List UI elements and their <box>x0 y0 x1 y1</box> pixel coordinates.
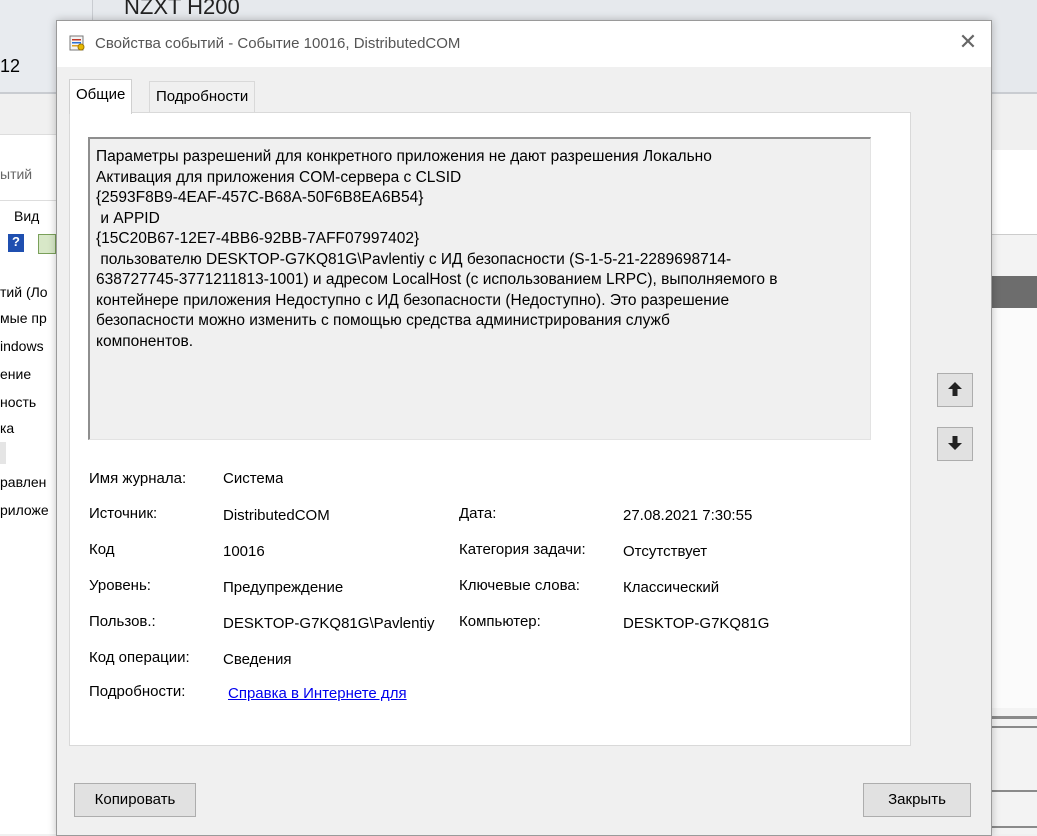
toolbar-icon[interactable] <box>38 234 56 254</box>
task-category-value[interactable]: Отсутствует <box>623 543 707 560</box>
background-tree-item[interactable]: ка <box>0 420 14 436</box>
log-name-value[interactable]: Система <box>223 470 283 487</box>
code-value[interactable]: 10016 <box>223 543 265 560</box>
event-properties-dialog: Свойства событий - Событие 10016, Distri… <box>56 20 992 836</box>
background-tree-item[interactable]: риложе <box>0 502 49 518</box>
tab-details[interactable]: Подробности <box>149 81 256 112</box>
background-title: NZXT H200 <box>124 0 240 19</box>
close-button[interactable]: Закрыть <box>863 783 971 817</box>
date-value[interactable]: 27.08.2021 7:30:55 <box>623 507 752 524</box>
log-name-label: Имя журнала: <box>89 470 187 487</box>
background-number: 12 <box>0 56 21 76</box>
more-info-label: Подробности: <box>89 683 186 700</box>
source-value[interactable]: DistributedCOM <box>223 507 330 524</box>
close-icon[interactable]: ✕ <box>955 29 981 55</box>
background-menu-view[interactable]: Вид <box>14 208 39 224</box>
background-tree-item[interactable]: тий (Ло <box>0 284 48 300</box>
keywords-label: Ключевые слова: <box>459 577 580 594</box>
user-value[interactable]: DESKTOP-G7KQ81G\Pavlentiy <box>223 615 453 632</box>
online-help-link[interactable]: Справка в Интернете для <box>228 685 407 702</box>
source-label: Источник: <box>89 505 158 522</box>
level-value[interactable]: Предупреждение <box>223 579 343 596</box>
dialog-titlebar[interactable]: Свойства событий - Событие 10016, Distri… <box>57 21 991 67</box>
background-event-viewer-sidebar: ытий Вид ? тий (Ло мые пр indows ение но… <box>0 94 56 834</box>
help-icon[interactable]: ? <box>8 234 24 252</box>
opcode-label: Код операции: <box>89 649 190 666</box>
computer-value[interactable]: DESKTOP-G7KQ81G <box>623 615 769 632</box>
date-label: Дата: <box>459 505 497 522</box>
event-description-box[interactable]: Параметры разрешений для конкретного при… <box>88 137 871 440</box>
background-tree-item[interactable]: ность <box>0 394 36 410</box>
task-category-label: Категория задачи: <box>459 541 586 558</box>
code-label: Код <box>89 541 115 558</box>
level-label: Уровень: <box>89 577 151 594</box>
previous-event-button[interactable] <box>937 373 973 407</box>
general-tab-panel: Параметры разрешений для конкретного при… <box>69 112 911 746</box>
opcode-value[interactable]: Сведения <box>223 651 292 668</box>
user-label: Пользов.: <box>89 613 156 630</box>
event-viewer-icon <box>69 35 85 51</box>
computer-label: Компьютер: <box>459 613 541 630</box>
background-right-panel <box>990 150 1037 834</box>
background-menu-text: ытий <box>0 166 33 182</box>
next-event-button[interactable] <box>937 427 973 461</box>
background-tree-item[interactable]: равлен <box>0 474 46 490</box>
keywords-value[interactable]: Классический <box>623 579 719 596</box>
background-tree-item[interactable]: ение <box>0 366 31 382</box>
event-description-text[interactable]: Параметры разрешений для конкретного при… <box>96 147 866 352</box>
background-tree-item[interactable]: мые пр <box>0 310 47 326</box>
tab-general[interactable]: Общие <box>69 79 133 114</box>
copy-button[interactable]: Копировать <box>74 783 196 817</box>
dialog-title: Свойства событий - Событие 10016, Distri… <box>95 35 461 52</box>
background-tree-item[interactable]: indows <box>0 338 44 354</box>
